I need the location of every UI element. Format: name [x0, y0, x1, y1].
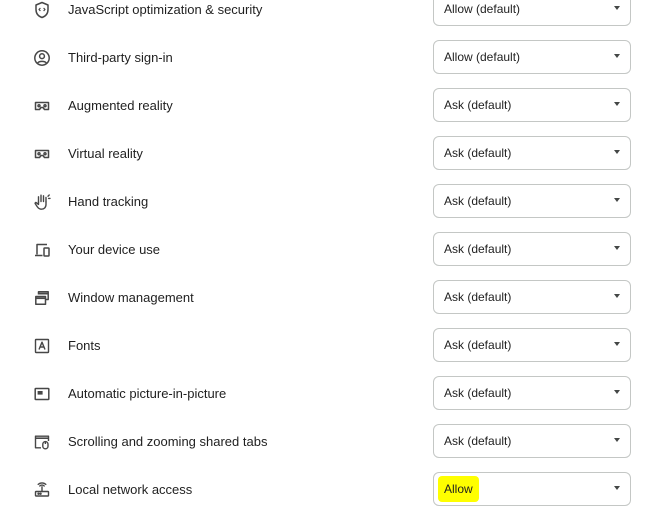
permission-row-third-party-sign-in: Third-party sign-in Allow (default): [0, 34, 646, 82]
caret-down-icon: [614, 198, 620, 202]
shared-tab-mouse-icon: [32, 432, 52, 452]
caret-down-icon: [614, 246, 620, 250]
permission-label: Hand tracking: [68, 194, 149, 209]
permission-select-value: Ask (default): [444, 146, 512, 160]
caret-down-icon: [614, 150, 620, 154]
permission-row-local-network-access: Local network access Allow: [0, 466, 646, 514]
permission-select-value: Ask (default): [444, 194, 512, 208]
window-management-icon: [32, 288, 52, 308]
caret-down-icon: [614, 6, 620, 10]
permission-label: Local network access: [68, 482, 193, 497]
router-icon: [32, 480, 52, 500]
permission-label: Fonts: [68, 338, 101, 353]
permission-row-automatic-picture-in-picture: Automatic picture-in-picture Ask (defaul…: [0, 370, 646, 418]
hand-icon: [32, 192, 52, 212]
permission-select-value: Ask (default): [444, 98, 512, 112]
caret-down-icon: [614, 102, 620, 106]
caret-down-icon: [614, 342, 620, 346]
permission-label: JavaScript optimization & security: [68, 2, 263, 17]
permission-select-augmented-reality[interactable]: Ask (default): [433, 88, 631, 122]
permission-label: Window management: [68, 290, 194, 305]
vr-headset-icon: [32, 144, 52, 164]
permission-select-value: Ask (default): [444, 434, 512, 448]
permission-row-virtual-reality: Virtual reality Ask (default): [0, 130, 646, 178]
permission-select-value: Allow (default): [444, 50, 521, 64]
permission-label: Automatic picture-in-picture: [68, 386, 227, 401]
permission-select-third-party-sign-in[interactable]: Allow (default): [433, 40, 631, 74]
permission-row-augmented-reality: Augmented reality Ask (default): [0, 82, 646, 130]
permission-select-javascript-optimization[interactable]: Allow (default): [433, 0, 631, 26]
permission-select-value: Ask (default): [444, 338, 512, 352]
caret-down-icon: [614, 390, 620, 394]
permission-label: Virtual reality: [68, 146, 143, 161]
permission-row-fonts: Fonts Ask (default): [0, 322, 646, 370]
shield-code-icon: [32, 0, 52, 20]
permission-select-scrolling-zooming-shared-tabs[interactable]: Ask (default): [433, 424, 631, 458]
permission-select-automatic-picture-in-picture[interactable]: Ask (default): [433, 376, 631, 410]
permission-label: Your device use: [68, 242, 161, 257]
permission-select-value: Allow: [438, 476, 479, 502]
permission-label: Augmented reality: [68, 98, 173, 113]
permission-select-value: Ask (default): [444, 290, 512, 304]
permission-select-value: Allow (default): [444, 2, 521, 16]
permission-select-value: Ask (default): [444, 386, 512, 400]
caret-down-icon: [614, 438, 620, 442]
caret-down-icon: [614, 486, 620, 490]
permission-label: Scrolling and zooming shared tabs: [68, 434, 268, 449]
permission-select-your-device-use[interactable]: Ask (default): [433, 232, 631, 266]
permission-label: Third-party sign-in: [68, 50, 173, 65]
permission-select-value: Ask (default): [444, 242, 512, 256]
site-permissions-list: JavaScript optimization & security Allow…: [0, 0, 646, 514]
permission-row-window-management: Window management Ask (default): [0, 274, 646, 322]
permission-select-hand-tracking[interactable]: Ask (default): [433, 184, 631, 218]
permission-select-window-management[interactable]: Ask (default): [433, 280, 631, 314]
permission-row-javascript-optimization: JavaScript optimization & security Allow…: [0, 0, 646, 34]
account-circle-icon: [32, 48, 52, 68]
permission-select-virtual-reality[interactable]: Ask (default): [433, 136, 631, 170]
permission-row-scrolling-zooming-shared-tabs: Scrolling and zooming shared tabs Ask (d…: [0, 418, 646, 466]
vr-headset-icon: [32, 96, 52, 116]
caret-down-icon: [614, 294, 620, 298]
picture-in-picture-icon: [32, 384, 52, 404]
permission-select-fonts[interactable]: Ask (default): [433, 328, 631, 362]
devices-icon: [32, 240, 52, 260]
permission-select-local-network-access[interactable]: Allow: [433, 472, 631, 506]
permission-row-hand-tracking: Hand tracking Ask (default): [0, 178, 646, 226]
permission-row-your-device-use: Your device use Ask (default): [0, 226, 646, 274]
caret-down-icon: [614, 54, 620, 58]
font-icon: [32, 336, 52, 356]
